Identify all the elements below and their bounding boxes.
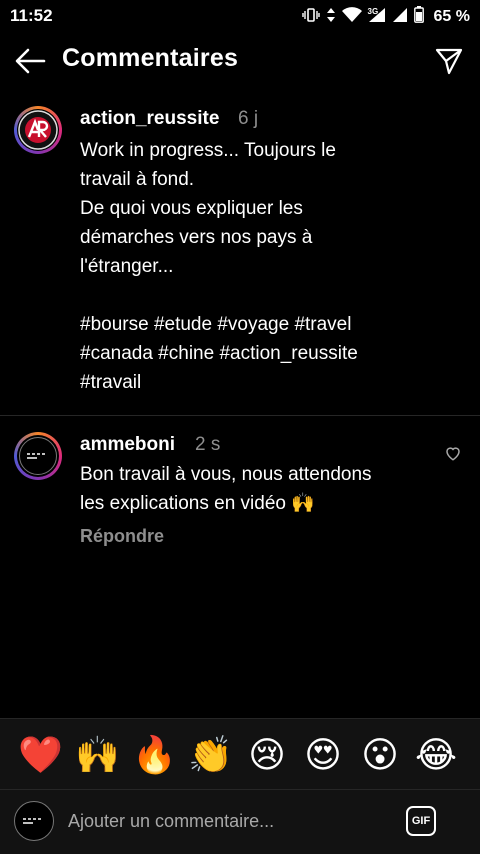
caption-timestamp: 6 j	[238, 108, 259, 129]
comment-input[interactable]: Ajouter un commentaire...	[68, 811, 274, 832]
status-time: 11:52	[10, 6, 53, 25]
send-button[interactable]	[434, 46, 464, 76]
comment-username[interactable]: ammeboni	[80, 434, 175, 456]
avatar[interactable]	[14, 432, 62, 480]
ammeboni-logo	[19, 437, 57, 475]
battery-percent: 65 %	[433, 8, 470, 25]
hashtags-line[interactable]: #bourse #etude #voyage #travel	[80, 310, 420, 339]
page-title: Commentaires	[62, 44, 239, 72]
emoji-crying-button[interactable]: 😢	[245, 733, 289, 777]
hashtags-line[interactable]: #canada #chine #action_reussite	[80, 339, 420, 368]
network-type-label: 3G	[367, 6, 379, 16]
wifi-icon	[341, 6, 362, 28]
avatar[interactable]	[14, 106, 62, 154]
like-button[interactable]	[444, 444, 462, 462]
signal-3g-icon: 3G	[368, 7, 386, 28]
caption-username[interactable]: action_reussite	[80, 108, 219, 130]
emoji-heart-button[interactable]: ❤️	[18, 733, 63, 777]
caption-line: démarches vers nos pays à	[80, 227, 313, 248]
header: Commentaires	[0, 36, 480, 86]
emoji-heart-eyes-button[interactable]: 😍	[301, 733, 345, 777]
emoji-quick-bar: ❤️ 🙌 🔥 👏 😢 😍 😮 😂	[0, 718, 480, 790]
battery-icon	[413, 6, 424, 28]
action-reussite-logo	[18, 110, 58, 150]
caption-line: l'étranger...	[80, 256, 174, 277]
caption-line: Work in progress... Toujours le	[80, 140, 336, 161]
status-bar: 11:52 3G 65 %	[0, 0, 480, 32]
signal-icon	[392, 7, 408, 28]
divider	[0, 415, 480, 416]
gif-button[interactable]: GIF	[406, 806, 436, 836]
comment-timestamp: 2 s	[195, 434, 221, 455]
back-arrow-icon	[15, 48, 46, 74]
send-icon	[435, 48, 463, 75]
hashtags-line[interactable]: #travail	[80, 368, 420, 397]
comment-line: Bon travail à vous, nous attendons	[80, 464, 372, 485]
back-button[interactable]	[14, 46, 46, 76]
comment-composer: Ajouter un commentaire... GIF	[0, 790, 480, 854]
composer-avatar	[14, 801, 54, 841]
heart-outline-icon	[446, 447, 460, 461]
caption-line: travail à fond.	[80, 169, 195, 190]
reply-button[interactable]: Répondre	[80, 526, 164, 547]
caption-line: De quoi vous expliquer les	[80, 198, 303, 219]
status-icons: 3G 65 %	[301, 6, 470, 28]
emoji-laughing-button[interactable]: 😂	[414, 733, 458, 777]
emoji-clap-button[interactable]: 👏	[188, 733, 233, 777]
emoji-raised-hands-button[interactable]: 🙌	[75, 733, 120, 777]
emoji-surprised-button[interactable]: 😮	[358, 733, 402, 777]
data-arrows-icon	[326, 7, 336, 28]
caption-text: Work in progress... Toujours le travail …	[80, 136, 420, 397]
comment-line: les explications en vidéo 🙌	[80, 493, 315, 514]
vibrate-icon	[301, 7, 320, 28]
comment-text: Bon travail à vous, nous attendons les e…	[80, 460, 420, 518]
emoji-fire-button[interactable]: 🔥	[132, 733, 177, 777]
